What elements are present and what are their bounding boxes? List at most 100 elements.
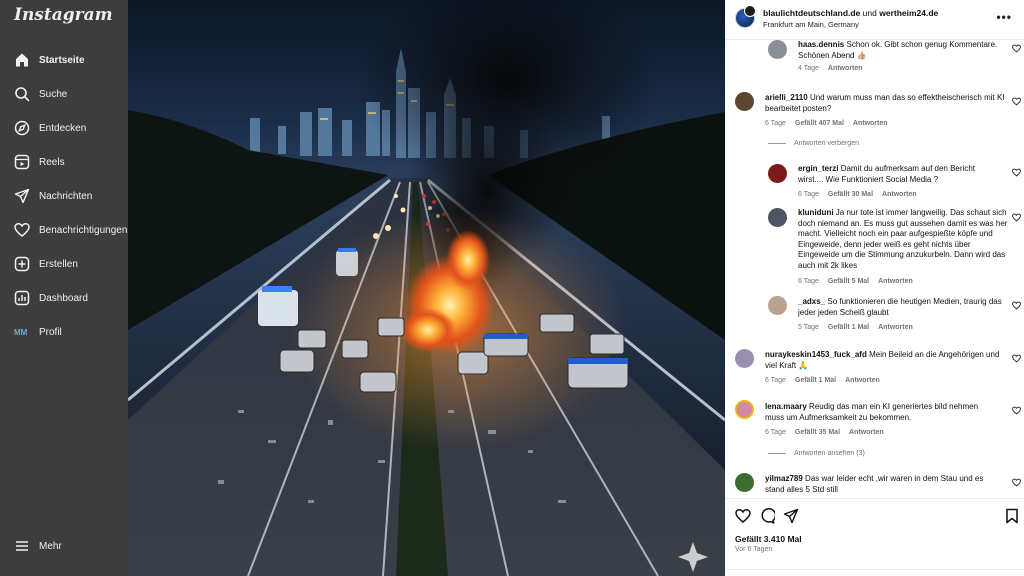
comment-likes[interactable]: Gefällt 35 Mal bbox=[795, 429, 840, 436]
heart-icon bbox=[13, 221, 31, 239]
comment-user[interactable]: kluniduni bbox=[798, 208, 834, 217]
sidebar-item-erstellen[interactable]: Erstellen bbox=[0, 251, 128, 277]
comment-user[interactable]: _adxs_ bbox=[798, 297, 825, 306]
comment-user[interactable]: ergin_terzi bbox=[798, 164, 838, 173]
hide-replies-label: Antworten verbergen bbox=[794, 140, 859, 147]
reply-button[interactable]: Antworten bbox=[878, 324, 913, 331]
comment-user[interactable]: yilmaz789 bbox=[765, 474, 803, 483]
comment-likes[interactable]: Gefällt 1 Mal bbox=[795, 377, 836, 384]
sidebar-item-suche[interactable]: Suche bbox=[0, 81, 128, 107]
avatar[interactable] bbox=[735, 92, 754, 111]
sidebar-item-label: Benachrichtigungen bbox=[39, 224, 128, 236]
bookmark-icon[interactable] bbox=[1004, 508, 1020, 524]
like-heart-icon[interactable] bbox=[1012, 213, 1021, 222]
sidebar-item-benachrichtigungen[interactable]: Benachrichtigungen bbox=[0, 217, 128, 243]
avatar[interactable] bbox=[735, 400, 754, 419]
like-heart-icon[interactable] bbox=[1012, 44, 1021, 53]
comment-likes[interactable]: Gefällt 407 Mal bbox=[795, 120, 844, 127]
comment-user[interactable]: nuraykeskin1453_fuck_afd bbox=[765, 350, 867, 359]
avatar[interactable] bbox=[735, 349, 754, 368]
reply-button[interactable]: Antworten bbox=[845, 377, 880, 384]
like-heart-icon[interactable] bbox=[1012, 478, 1021, 487]
sidebar: Instagram Startseite Suche Entdecken Ree… bbox=[0, 0, 128, 576]
sidebar-item-nachrichten[interactable]: Nachrichten bbox=[0, 183, 128, 209]
comment-time: 6 Tage bbox=[765, 429, 786, 436]
post-authors: blaulichtdeutschland.de und wertheim24.d… bbox=[763, 8, 938, 18]
show-replies-label: Antworten ansehen (3) bbox=[794, 450, 865, 457]
avatar[interactable] bbox=[768, 40, 787, 59]
sidebar-item-label: Suche bbox=[39, 88, 68, 100]
comment-meta: 6 Tage Gefällt 407 Mal Antworten bbox=[765, 120, 897, 127]
author-link[interactable]: wertheim24.de bbox=[879, 8, 938, 18]
avatar[interactable] bbox=[768, 164, 787, 183]
like-count[interactable]: Gefällt 3.410 Mal bbox=[735, 534, 802, 544]
avatar[interactable] bbox=[768, 296, 787, 315]
comment-bubble-icon[interactable] bbox=[759, 508, 775, 524]
sidebar-more-label: Mehr bbox=[39, 540, 62, 552]
sidebar-item-label: Reels bbox=[39, 156, 65, 168]
reply-button[interactable]: Antworten bbox=[878, 278, 913, 285]
messages-icon bbox=[13, 187, 31, 205]
comment-likes[interactable]: Gefällt 1 Mal bbox=[828, 324, 869, 331]
show-replies-button[interactable]: Antworten ansehen (3) bbox=[768, 450, 865, 457]
sidebar-item-label: Entdecken bbox=[39, 122, 87, 134]
comment-text: Ja nur tote ist immer langweilig. Das sc… bbox=[798, 208, 1008, 270]
post-image[interactable] bbox=[128, 0, 725, 576]
comment-meta: 5 Tage Gefällt 1 Mal Antworten bbox=[798, 324, 922, 331]
author-link[interactable]: blaulichtdeutschland.de bbox=[763, 8, 860, 18]
avatar[interactable] bbox=[768, 208, 787, 227]
comment-meta: 6 Tage Gefällt 30 Mal Antworten bbox=[798, 191, 926, 198]
sidebar-item-profil[interactable]: MM Profil bbox=[0, 319, 128, 345]
like-heart-icon[interactable] bbox=[735, 508, 751, 524]
instagram-post-view: Instagram Startseite Suche Entdecken Ree… bbox=[0, 0, 1024, 576]
reply-button[interactable]: Antworten bbox=[882, 191, 917, 198]
instagram-logo[interactable]: Instagram bbox=[14, 5, 113, 25]
post-header: blaulichtdeutschland.de und wertheim24.d… bbox=[725, 0, 1024, 40]
menu-icon bbox=[13, 537, 31, 555]
like-heart-icon[interactable] bbox=[1012, 97, 1021, 106]
sidebar-item-dashboard[interactable]: Dashboard bbox=[0, 285, 128, 311]
like-heart-icon[interactable] bbox=[1012, 406, 1021, 415]
sidebar-item-label: Erstellen bbox=[39, 258, 78, 270]
comment-time: 5 Tage bbox=[798, 324, 819, 331]
post-location[interactable]: Frankfurt am Main, Germany bbox=[763, 20, 859, 29]
plus-icon bbox=[13, 255, 31, 273]
avatar[interactable] bbox=[744, 5, 756, 17]
like-heart-icon[interactable] bbox=[1012, 301, 1021, 310]
divider bbox=[768, 453, 786, 454]
reply-button[interactable]: Antworten bbox=[853, 120, 888, 127]
comment-likes[interactable]: Gefällt 30 Mal bbox=[828, 191, 873, 198]
sidebar-item-label: Nachrichten bbox=[39, 190, 93, 202]
hide-replies-button[interactable]: Antworten verbergen bbox=[768, 140, 859, 147]
comment-time: 6 Tage bbox=[798, 191, 819, 198]
sidebar-item-startseite[interactable]: Startseite bbox=[0, 47, 128, 73]
comment-user[interactable]: haas.dennis bbox=[798, 40, 844, 49]
avatar[interactable] bbox=[735, 473, 754, 492]
comments-list[interactable]: haas.dennis Schon ok. Gibt schon genug K… bbox=[725, 40, 1024, 498]
more-options-icon[interactable]: ••• bbox=[996, 10, 1012, 24]
comment-likes[interactable]: Gefällt 5 Mal bbox=[828, 278, 869, 285]
comment-time: 6 Tage bbox=[798, 278, 819, 285]
reels-icon bbox=[13, 153, 31, 171]
sidebar-item-mehr[interactable]: Mehr bbox=[0, 533, 128, 559]
like-heart-icon[interactable] bbox=[1012, 168, 1021, 177]
dashboard-icon bbox=[13, 289, 31, 307]
share-icon[interactable] bbox=[783, 508, 799, 524]
sidebar-item-entdecken[interactable]: Entdecken bbox=[0, 115, 128, 141]
post-detail-panel: blaulichtdeutschland.de und wertheim24.d… bbox=[725, 0, 1024, 576]
author-separator: und bbox=[862, 8, 877, 18]
sidebar-item-reels[interactable]: Reels bbox=[0, 149, 128, 175]
comment-user[interactable]: arielli_2110 bbox=[765, 93, 808, 102]
comment-text: So funktionieren die heutigen Medien, tr… bbox=[798, 297, 1002, 317]
comment-user[interactable]: lena.maary bbox=[765, 402, 807, 411]
reply-button[interactable]: Antworten bbox=[849, 429, 884, 436]
profile-icon: MM bbox=[13, 323, 31, 341]
reply-button[interactable]: Antworten bbox=[828, 65, 863, 72]
sidebar-item-label: Profil bbox=[39, 326, 62, 338]
comment-input-area[interactable] bbox=[725, 569, 1024, 576]
post-actions: Gefällt 3.410 Mal Vor 6 Tagen bbox=[725, 498, 1024, 576]
divider bbox=[768, 143, 786, 144]
sidebar-item-label: Dashboard bbox=[39, 292, 88, 304]
home-icon bbox=[13, 51, 31, 69]
like-heart-icon[interactable] bbox=[1012, 354, 1021, 363]
